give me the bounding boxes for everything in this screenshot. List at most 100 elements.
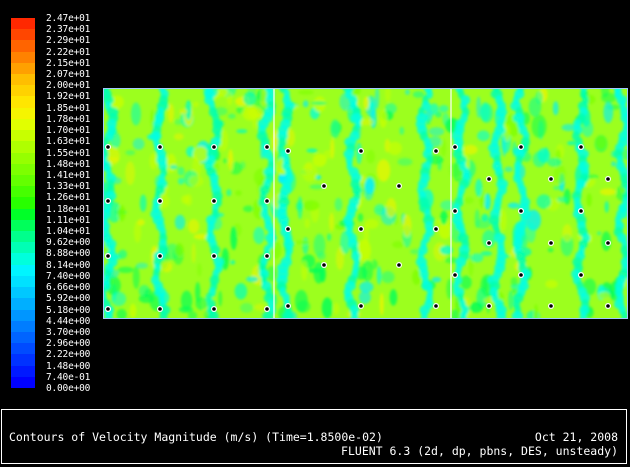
colormap-label: 2.22e+01 [46,46,91,58]
tube-marker [434,227,438,231]
colormap-label: 5.18e+00 [46,304,91,316]
colormap-label: 1.48e+01 [46,158,91,170]
flow-blob [611,161,616,167]
tube-marker [606,177,610,181]
flow-blob [169,164,178,170]
flow-blob [303,200,320,211]
colormap-label: 1.92e+01 [46,91,91,103]
flow-blob [197,263,202,277]
flow-blob [389,289,398,306]
flow-blob [222,158,229,164]
flow-blob [547,247,554,253]
flow-blob [475,178,483,197]
tube-marker [286,149,290,153]
colormap-label: 1.41e+01 [46,169,91,181]
flow-blob [243,91,257,106]
colormap-label: 9.62e+00 [46,237,91,249]
tube-marker [106,199,110,203]
colormap-swatch [11,51,35,64]
colormap-swatch [11,152,35,165]
flow-blob [364,177,375,194]
colormap-label: 1.11e+01 [46,214,91,226]
flow-blob [392,241,405,249]
tube-marker [519,209,523,213]
flow-blob [363,96,370,110]
flow-blob [218,290,223,307]
flow-blob [234,282,248,300]
tube-marker [519,273,523,277]
flow-blob [556,196,568,203]
colormap-swatch [11,29,35,41]
flow-blob [187,219,200,234]
flow-blob [563,188,571,205]
colormap-swatch [11,354,35,367]
flow-blob [357,213,364,222]
tube-marker [453,209,457,213]
flow-blob [129,303,137,319]
flow-blob [132,138,145,150]
flow-blob [553,164,566,185]
colormap-bar [11,18,35,389]
colormap-swatch [11,331,35,344]
flow-blob [545,279,558,289]
colormap-label: 2.37e+01 [46,24,91,36]
flow-blob [370,108,377,129]
flow-blob [385,198,397,218]
colormap-swatch [11,40,35,53]
flow-blob [195,282,201,303]
colormap-swatch [11,275,35,288]
tube-marker [265,145,269,149]
flow-blob [261,88,267,107]
flow-blob [507,202,520,209]
flow-blob [302,237,309,255]
flow-blob [510,277,518,287]
flow-blob [387,141,402,156]
flow-blob [177,177,185,185]
flow-blob [297,196,303,220]
flow-blob [218,88,228,97]
flow-blob [125,149,136,156]
colormap-swatch [11,163,35,176]
flow-blob [177,166,185,176]
flow-blob [547,157,562,167]
flow-blob [508,290,514,311]
tube-marker [106,254,110,258]
flow-blob [319,265,327,283]
flow-blob [469,301,483,313]
flow-blob [301,260,308,281]
colormap-label: 8.14e+00 [46,259,91,271]
colormap-swatch [11,85,35,97]
flow-blob [481,213,489,222]
flow-blob [189,175,204,187]
colormap-swatch [11,186,35,198]
tube-marker [286,304,290,308]
tube-marker [265,199,269,203]
flow-blob [446,278,454,300]
colormap-swatch [11,287,35,299]
tube-marker [487,177,491,181]
colormap-swatch [11,320,35,333]
flow-blob [365,218,379,229]
tube-marker [519,145,523,149]
flow-blob [402,214,412,237]
flow-blob [366,149,375,164]
flow-blob [531,114,547,138]
tube-marker [212,307,216,311]
tube-marker [359,304,363,308]
flow-blob [369,101,375,110]
flow-blob [301,162,318,182]
tube-marker [606,241,610,245]
flow-blob [117,205,126,222]
colormap-label: 1.26e+01 [46,192,91,204]
flow-blob [477,130,490,142]
flow-blob [479,103,494,123]
flow-blob [381,271,395,284]
tube-marker [397,184,401,188]
flow-blob [440,138,447,157]
flow-blob [117,266,134,274]
flow-blob [166,153,177,173]
colormap-label: 1.55e+01 [46,147,91,159]
colormap-swatch [11,141,35,154]
flow-blob [526,221,536,243]
flow-blob [253,226,265,245]
